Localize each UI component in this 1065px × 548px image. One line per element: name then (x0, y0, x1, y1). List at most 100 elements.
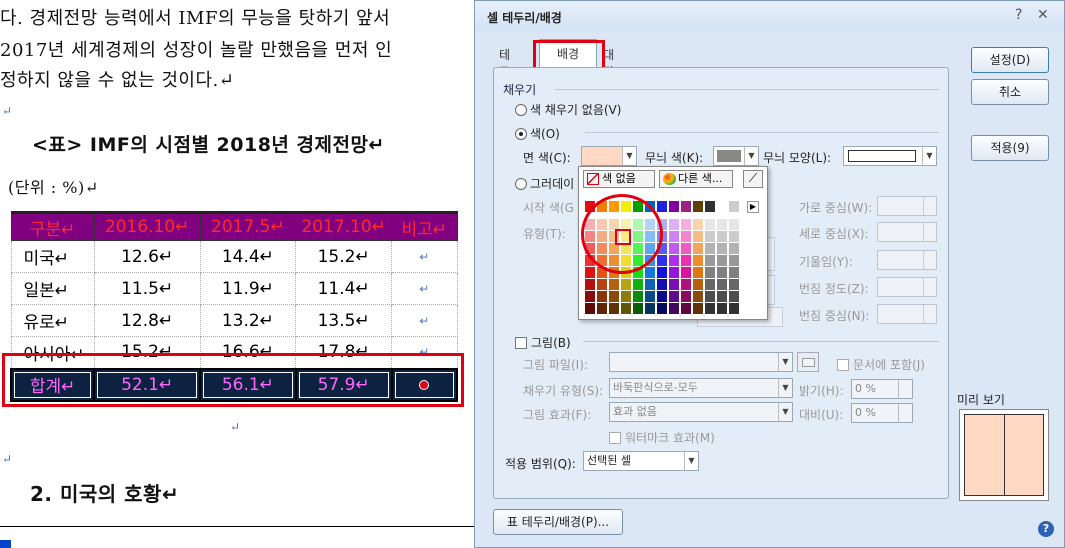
color-swatch[interactable] (729, 303, 740, 315)
swatch-column[interactable] (717, 201, 728, 315)
swatch-column[interactable] (669, 201, 680, 315)
color-swatch[interactable] (681, 201, 692, 213)
table-cell[interactable]: 13.2↵ (199, 304, 297, 337)
folder-icon[interactable] (797, 352, 819, 372)
color-swatch[interactable] (717, 279, 728, 291)
color-swatch[interactable] (669, 219, 680, 231)
swatch-column[interactable] (681, 201, 692, 315)
table-row[interactable]: 일본↵ 11.5↵ 11.9↵ 11.4↵ ↵ (10, 272, 458, 305)
color-swatch[interactable] (693, 231, 704, 243)
ok-button[interactable]: 설정(D) (971, 47, 1049, 73)
color-swatch[interactable] (729, 243, 740, 255)
color-swatch[interactable] (717, 255, 728, 267)
picture-effect-select[interactable]: 효과 없음 ▼ (609, 402, 793, 422)
color-swatch[interactable] (729, 231, 740, 243)
color-swatch[interactable] (633, 279, 644, 291)
table-cell[interactable]: 일본↵ (10, 272, 95, 305)
color-swatch[interactable] (669, 231, 680, 243)
color-swatch[interactable] (693, 279, 704, 291)
swatch-column[interactable] (729, 201, 740, 315)
color-swatch[interactable] (657, 303, 668, 315)
color-swatch[interactable] (729, 201, 740, 213)
table-cell[interactable]: 15.2↵ (295, 240, 393, 273)
color-swatch[interactable] (609, 303, 620, 315)
color-swatch[interactable] (693, 243, 704, 255)
help-icon[interactable]: ? (1038, 521, 1054, 537)
table-row[interactable]: 유로↵ 12.8↵ 13.2↵ 13.5↵ ↵ (10, 304, 458, 337)
picture-file-select[interactable]: ▼ (609, 352, 793, 372)
color-radio[interactable]: 색(O) (515, 125, 560, 142)
table-cell[interactable]: 11.4↵ (295, 272, 393, 305)
color-swatch[interactable] (597, 279, 608, 291)
color-swatch[interactable] (681, 303, 692, 315)
blur-center-input[interactable] (877, 304, 937, 324)
table-cell[interactable]: ↵ (391, 272, 458, 305)
color-swatch[interactable] (597, 291, 608, 303)
table-cell[interactable]: 12.8↵ (93, 304, 201, 337)
color-swatch[interactable] (657, 267, 668, 279)
color-swatch[interactable] (693, 255, 704, 267)
color-swatch[interactable] (585, 267, 596, 279)
no-color-button[interactable]: 색 없음 (583, 170, 655, 188)
color-swatch[interactable] (717, 201, 728, 213)
apply-range-select[interactable]: 선택된 셀 ▼ (583, 451, 699, 471)
header-cell[interactable]: 2017.5↵ (199, 211, 297, 241)
tilt-input[interactable] (877, 250, 937, 270)
color-swatch[interactable] (681, 279, 692, 291)
color-swatch[interactable] (693, 267, 704, 279)
color-swatch[interactable] (657, 255, 668, 267)
table-border-background-button[interactable]: 표 테두리/배경(P)... (493, 509, 623, 535)
pattern-shape-select[interactable]: ▼ (843, 146, 937, 166)
color-swatch[interactable] (693, 303, 704, 315)
color-swatch[interactable] (669, 243, 680, 255)
color-swatch[interactable] (621, 303, 632, 315)
table-cell[interactable]: 14.4↵ (199, 240, 297, 273)
color-swatch[interactable] (669, 279, 680, 291)
color-swatch[interactable] (705, 303, 716, 315)
color-swatch[interactable] (585, 291, 596, 303)
header-cell[interactable]: 비고↵ (391, 211, 458, 241)
color-swatch[interactable] (609, 291, 620, 303)
color-swatch[interactable] (681, 255, 692, 267)
color-swatch[interactable] (693, 219, 704, 231)
table-cell[interactable]: ↵ (391, 304, 458, 337)
cell-border-background-dialog[interactable]: 셀 테두리/배경 ? ✕ 테두리 배경 대각선 채우기 색 채우기 없음(V) … (474, 0, 1065, 548)
color-swatch[interactable] (681, 219, 692, 231)
other-color-button[interactable]: 다른 색... (659, 170, 733, 188)
color-swatch[interactable] (681, 231, 692, 243)
color-swatch[interactable] (693, 201, 704, 213)
face-color-picker[interactable]: ▼ (581, 146, 637, 166)
eyedropper-icon[interactable]: ⟋ (743, 170, 763, 188)
swatch-column[interactable] (705, 201, 716, 315)
header-cell[interactable]: 2016.10↵ (93, 211, 201, 241)
color-swatch[interactable] (621, 291, 632, 303)
color-swatch[interactable] (681, 267, 692, 279)
color-swatch[interactable] (705, 231, 716, 243)
color-swatch[interactable] (645, 279, 656, 291)
header-cell[interactable]: 2017.10↵ (295, 211, 393, 241)
horizontal-center-input[interactable] (877, 196, 937, 216)
color-swatch[interactable] (597, 303, 608, 315)
color-swatch[interactable] (657, 291, 668, 303)
no-fill-radio[interactable]: 색 채우기 없음(V) (515, 101, 621, 118)
color-swatch[interactable] (681, 291, 692, 303)
color-swatch[interactable] (645, 291, 656, 303)
color-swatch[interactable] (633, 303, 644, 315)
color-swatch[interactable] (717, 231, 728, 243)
color-swatch[interactable] (657, 201, 668, 213)
more-colors-icon[interactable]: ▶ (747, 201, 759, 213)
color-swatch[interactable] (705, 279, 716, 291)
color-swatch[interactable] (729, 291, 740, 303)
tab-border[interactable]: 테두리 (491, 41, 518, 96)
fill-type-select[interactable]: 바둑판식으로-모두 ▼ (609, 378, 793, 398)
color-swatch[interactable] (717, 291, 728, 303)
color-swatch[interactable] (669, 255, 680, 267)
color-swatch[interactable] (705, 267, 716, 279)
gradient-radio[interactable]: 그러데이 (515, 175, 574, 192)
dialog-titlebar[interactable]: 셀 테두리/배경 ? ✕ (475, 1, 1064, 31)
color-swatch[interactable] (705, 201, 716, 213)
color-swatch[interactable] (717, 303, 728, 315)
color-swatch[interactable] (585, 279, 596, 291)
table-row[interactable]: 미국↵ 12.6↵ 14.4↵ 15.2↵ ↵ (10, 240, 458, 273)
color-swatch[interactable] (705, 219, 716, 231)
